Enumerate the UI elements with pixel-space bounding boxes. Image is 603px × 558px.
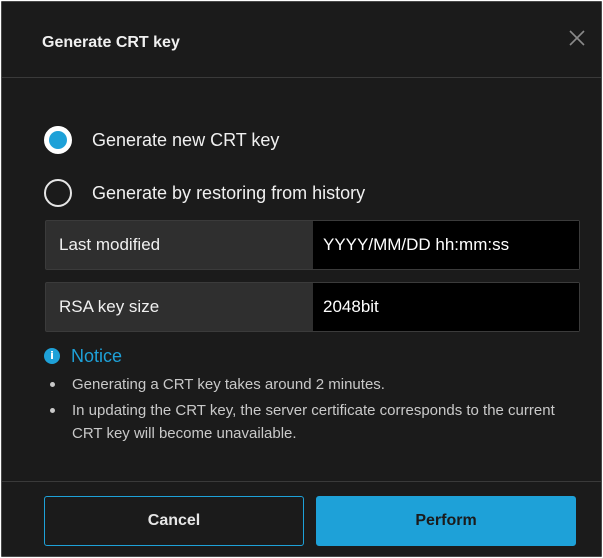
notice-item: In updating the CRT key, the server cert…: [47, 399, 587, 445]
rsa-key-size-field: RSA key size 2048bit: [45, 282, 580, 332]
option-generate-new-label: Generate new CRT key: [92, 129, 280, 150]
rsa-key-size-value: 2048bit: [313, 283, 579, 331]
option-restore-from-history-label: Generate by restoring from history: [92, 182, 366, 203]
close-button[interactable]: [563, 24, 591, 52]
dialog-title: Generate CRT key: [42, 34, 180, 51]
last-modified-value: YYYY/MM/DD hh:mm:ss: [313, 221, 579, 269]
cancel-button[interactable]: Cancel: [44, 496, 304, 546]
option-generate-new[interactable]: Generate new CRT key: [44, 122, 279, 158]
notice-title: Notice: [71, 345, 123, 366]
perform-button[interactable]: Perform: [316, 496, 576, 546]
dialog-footer: Cancel Perform: [2, 481, 601, 556]
option-restore-from-history[interactable]: Generate by restoring from history: [44, 175, 365, 211]
generate-crt-key-dialog: Generate CRT key Generate new CRT key Ge…: [1, 1, 602, 557]
notice-list: Generating a CRT key takes around 2 minu…: [47, 373, 587, 448]
notice-header: i Notice: [44, 345, 122, 367]
last-modified-label: Last modified: [59, 235, 161, 254]
radio-selected-icon[interactable]: [44, 126, 72, 154]
rsa-key-size-label: RSA key size: [59, 297, 160, 316]
info-icon: i: [44, 348, 60, 364]
last-modified-field: Last modified YYYY/MM/DD hh:mm:ss: [45, 220, 580, 270]
close-icon: [569, 30, 585, 46]
notice-item: Generating a CRT key takes around 2 minu…: [47, 373, 587, 396]
dialog-header: Generate CRT key: [2, 2, 601, 78]
radio-unselected-icon[interactable]: [44, 179, 72, 207]
